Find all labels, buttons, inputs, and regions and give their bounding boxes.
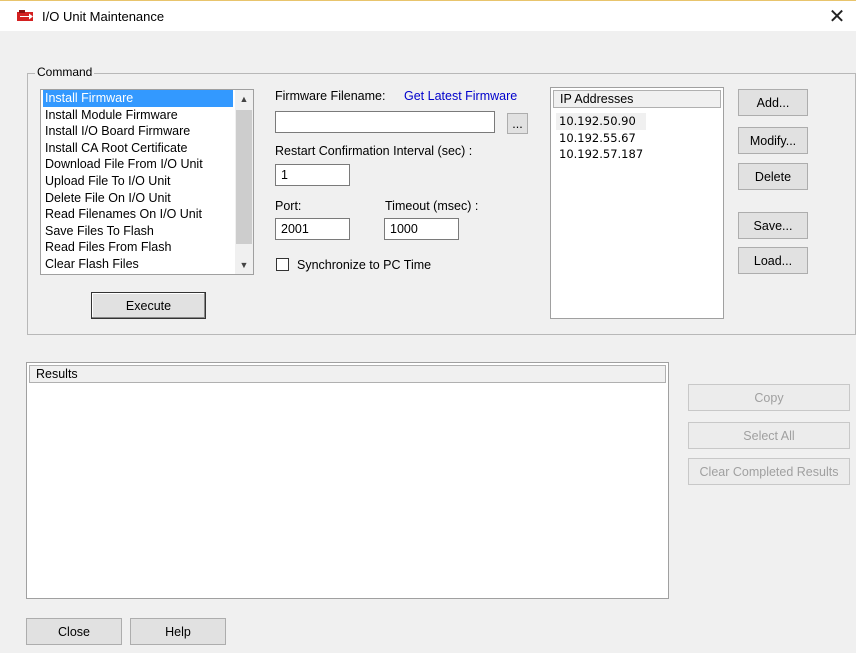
ip-address-list[interactable]: IP Addresses 10.192.50.90 10.192.55.67 10.…: [550, 87, 724, 319]
command-list-item[interactable]: Read Files From Flash: [43, 239, 233, 256]
command-list-scrollbar[interactable]: ▲ ▼: [235, 90, 253, 274]
command-list[interactable]: Install Firmware Install Module Firmware I…: [40, 89, 254, 275]
copy-button[interactable]: Copy: [688, 384, 850, 411]
command-list-item[interactable]: Read Filenames On I/O Unit: [43, 206, 233, 223]
delete-button[interactable]: Delete: [738, 163, 808, 190]
port-label: Port:: [275, 199, 302, 213]
timeout-label: Timeout (msec) :: [385, 199, 479, 213]
port-input[interactable]: 2001: [275, 218, 350, 240]
command-group-label: Command: [35, 65, 95, 79]
window-title: I/O Unit Maintenance: [42, 9, 165, 24]
results-header[interactable]: Results: [29, 365, 666, 383]
add-button[interactable]: Add...: [738, 89, 808, 116]
title-bar: I/O Unit Maintenance ✕: [0, 1, 856, 31]
help-button[interactable]: Help: [130, 618, 226, 645]
sync-pc-time-label: Synchronize to PC Time: [297, 258, 432, 272]
io-unit-maintenance-dialog: I/O Unit Maintenance ✕ Command Install F…: [0, 0, 856, 653]
command-list-item[interactable]: Save Files To Flash: [43, 223, 233, 240]
command-list-item[interactable]: Delete File On I/O Unit: [43, 190, 233, 207]
results-list[interactable]: Results: [26, 362, 669, 599]
scroll-down-icon[interactable]: ▼: [235, 256, 253, 274]
modify-button[interactable]: Modify...: [738, 127, 808, 154]
close-icon[interactable]: ✕: [826, 3, 848, 29]
sync-pc-time-checkbox[interactable]: [276, 258, 289, 271]
ip-address-item[interactable]: 10.192.50.90: [556, 113, 647, 130]
browse-button[interactable]: ...: [507, 113, 528, 134]
firmware-filename-input[interactable]: [275, 111, 495, 133]
scroll-thumb[interactable]: [236, 110, 252, 244]
command-list-item[interactable]: Install CA Root Certificate: [43, 140, 233, 157]
command-list-item[interactable]: Install Firmware: [43, 90, 233, 107]
ip-addresses-header[interactable]: IP Addresses: [553, 90, 721, 108]
command-list-item[interactable]: Clear Flash Files: [43, 256, 233, 273]
select-all-button[interactable]: Select All: [688, 422, 850, 449]
command-list-items: Install Firmware Install Module Firmware I…: [43, 90, 233, 273]
ip-address-item[interactable]: 10.192.55.67: [556, 130, 646, 147]
restart-interval-input[interactable]: 1: [275, 164, 350, 186]
firmware-filename-label: Firmware Filename:: [275, 89, 386, 103]
get-latest-firmware-link[interactable]: Get Latest Firmware: [404, 89, 517, 103]
command-list-item[interactable]: Download File From I/O Unit: [43, 156, 233, 173]
save-button[interactable]: Save...: [738, 212, 808, 239]
ip-address-items: 10.192.50.90 10.192.55.67 10.192.57.187: [556, 113, 647, 163]
command-list-item[interactable]: Install Module Firmware: [43, 107, 233, 124]
restart-interval-label: Restart Confirmation Interval (sec) :: [275, 144, 473, 158]
io-unit-icon: [16, 9, 36, 23]
clear-completed-results-button[interactable]: Clear Completed Results: [688, 458, 850, 485]
command-list-item[interactable]: Install I/O Board Firmware: [43, 123, 233, 140]
load-button[interactable]: Load...: [738, 247, 808, 274]
command-list-item[interactable]: Upload File To I/O Unit: [43, 173, 233, 190]
scroll-up-icon[interactable]: ▲: [235, 90, 253, 108]
timeout-input[interactable]: 1000: [384, 218, 459, 240]
ip-address-item[interactable]: 10.192.57.187: [556, 146, 646, 163]
close-button[interactable]: Close: [26, 618, 122, 645]
execute-button[interactable]: Execute: [91, 292, 206, 319]
